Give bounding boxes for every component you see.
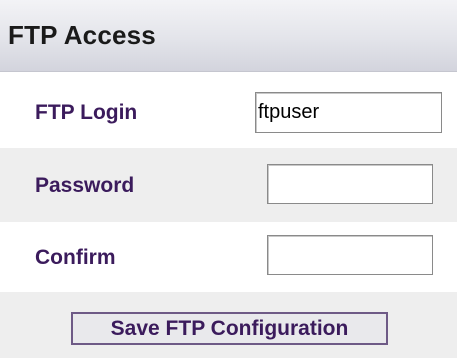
- password-row: Password: [0, 148, 457, 222]
- password-input[interactable]: [267, 164, 433, 204]
- panel-header: FTP Access: [0, 0, 457, 72]
- ftp-access-panel: FTP Access FTP Login Password Confirm Sa…: [0, 0, 457, 358]
- password-label: Password: [35, 174, 135, 197]
- button-row: Save FTP Configuration: [0, 292, 457, 358]
- panel-title: FTP Access: [8, 20, 156, 50]
- ftp-login-row: FTP Login: [0, 84, 457, 148]
- ftp-login-label: FTP Login: [35, 101, 138, 124]
- confirm-password-input[interactable]: [267, 235, 433, 275]
- ftp-login-input[interactable]: [255, 92, 442, 133]
- confirm-label: Confirm: [35, 246, 116, 269]
- save-ftp-configuration-button[interactable]: Save FTP Configuration: [71, 312, 388, 345]
- confirm-row: Confirm: [0, 222, 457, 292]
